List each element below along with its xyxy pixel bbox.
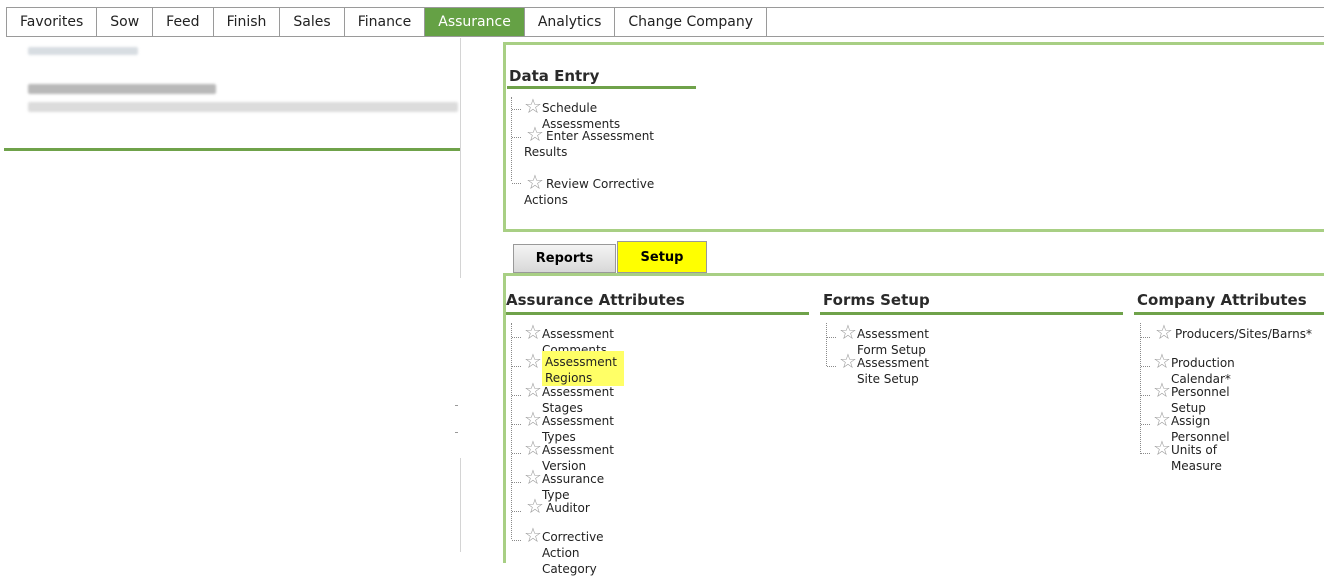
star-icon[interactable]: ☆ [839, 351, 857, 371]
data-entry-title: Data Entry [509, 67, 600, 85]
forms-setup-rule [820, 312, 1123, 315]
star-icon[interactable]: ☆ [839, 322, 857, 342]
assurance-attributes-title: Assurance Attributes [506, 291, 685, 309]
tree-branch [512, 453, 521, 454]
star-icon[interactable]: ☆ [524, 322, 542, 342]
tree-branch [1141, 366, 1150, 367]
tree-branch [512, 137, 521, 138]
tree-branch [512, 366, 521, 367]
star-icon[interactable]: ☆ [1153, 380, 1171, 400]
left-panel-divider [4, 148, 460, 151]
star-icon[interactable]: ☆ [524, 438, 542, 458]
star-icon[interactable]: ☆ [1153, 438, 1171, 458]
tab-setup[interactable]: Setup [617, 241, 707, 273]
tree-branch [512, 511, 521, 512]
producers-sites-barns-link[interactable]: Producers/Sites/Barns* [1175, 322, 1312, 342]
corrective-action-category-link[interactable]: Corrective Action Category [542, 525, 608, 577]
company-name-blurred [28, 84, 216, 94]
company-attributes-rule [1134, 312, 1324, 315]
list-item[interactable]: ☆ Auditor [524, 496, 590, 516]
tree-branch [512, 424, 521, 425]
list-item[interactable]: ☆ Corrective Action Category [524, 525, 608, 577]
tree-branch [512, 395, 521, 396]
tree-branch [827, 337, 836, 338]
tree-branch [512, 337, 521, 338]
tree-branch [512, 109, 521, 110]
assessment-site-setup-link[interactable]: Assessment Site Setup [857, 351, 933, 387]
list-item[interactable]: ☆ Units of Measure [1153, 438, 1226, 474]
tree-branch [512, 482, 521, 483]
list-item[interactable]: ☆ Enter Assessment Results [524, 124, 664, 160]
menu-finish[interactable]: Finish [214, 8, 281, 36]
tree-connector [1140, 323, 1141, 454]
menu-assurance[interactable]: Assurance [425, 8, 525, 36]
change-company-blurred [28, 102, 458, 112]
list-item[interactable]: ☆ Review Corrective Actions [524, 172, 664, 208]
splitter-tick [455, 405, 458, 406]
pane-splitter-gap [459, 278, 463, 458]
assurance-attributes-rule [506, 312, 809, 315]
tree-branch [512, 183, 521, 184]
menu-favorites[interactable]: Favorites [7, 8, 98, 36]
tree-branch [1141, 395, 1150, 396]
tree-connector [511, 323, 512, 539]
splitter-tick [455, 432, 458, 433]
tree-branch [1141, 337, 1150, 338]
list-item[interactable]: ☆ Assessment Site Setup [839, 351, 933, 387]
enter-assessment-results-link[interactable]: Enter Assessment Results [524, 124, 664, 160]
company-attributes-title: Company Attributes [1137, 291, 1307, 309]
data-entry-rule [507, 86, 696, 89]
star-icon[interactable]: ☆ [524, 525, 542, 545]
review-corrective-actions-link[interactable]: Review Corrective Actions [524, 172, 664, 208]
star-icon[interactable]: ☆ [524, 380, 542, 400]
menu-sales[interactable]: Sales [280, 8, 345, 36]
company-info-panel [0, 38, 460, 148]
forms-setup-title: Forms Setup [823, 291, 930, 309]
star-icon[interactable]: ☆ [524, 409, 542, 429]
star-icon[interactable]: ☆ [524, 96, 542, 116]
star-icon[interactable]: ☆ [1153, 322, 1175, 342]
units-of-measure-link[interactable]: Units of Measure [1171, 438, 1226, 474]
menu-sow[interactable]: Sow [97, 8, 154, 36]
menu-change-company[interactable]: Change Company [615, 8, 768, 36]
star-icon[interactable]: ☆ [1153, 351, 1171, 371]
tab-reports[interactable]: Reports [513, 244, 616, 273]
star-icon[interactable]: ☆ [524, 351, 542, 371]
menu-analytics[interactable]: Analytics [525, 8, 616, 36]
auditor-link[interactable]: Auditor [546, 496, 590, 516]
menu-finance[interactable]: Finance [345, 8, 426, 36]
star-icon[interactable]: ☆ [524, 496, 546, 516]
tree-branch [1141, 424, 1150, 425]
star-icon[interactable]: ☆ [524, 467, 542, 487]
tree-connector [826, 323, 827, 366]
menu-feed[interactable]: Feed [153, 8, 214, 36]
company-logo [28, 47, 138, 55]
tree-branch [1141, 453, 1150, 454]
top-menu: Favorites Sow Feed Finish Sales Finance … [6, 7, 1324, 37]
list-item[interactable]: ☆ Producers/Sites/Barns* [1153, 322, 1312, 342]
tree-branch [827, 366, 836, 367]
tree-branch [512, 540, 521, 541]
star-icon[interactable]: ☆ [1153, 409, 1171, 429]
